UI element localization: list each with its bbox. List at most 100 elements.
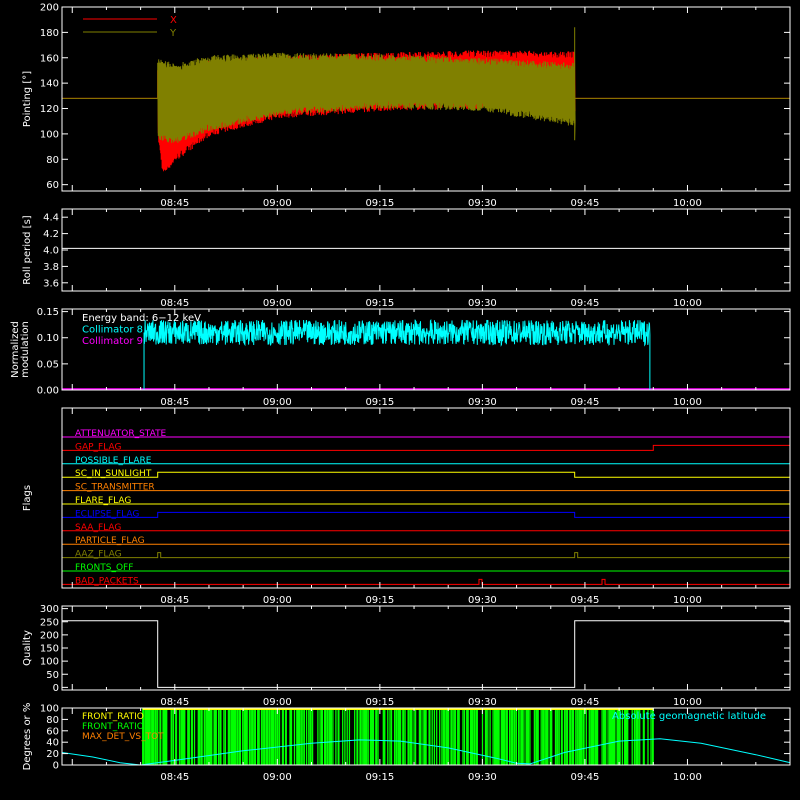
y-tick-label: 150 — [40, 644, 59, 655]
y-tick-label: 200 — [40, 630, 59, 641]
legend-label: MAX_DET_VS_TOT — [82, 732, 164, 742]
collimator-8-line — [143, 318, 651, 390]
y-tick-label: 100 — [40, 129, 59, 140]
x-tick-label: 10:00 — [673, 397, 702, 408]
legend-label: Collimator 9 — [82, 336, 143, 347]
x-tick-label: 09:30 — [468, 198, 497, 209]
y-axis-label: Flags — [22, 485, 33, 511]
x-tick-label: 10:00 — [673, 198, 702, 209]
flag-label: FLARE_FLAG — [75, 496, 131, 506]
axis-frame — [61, 407, 791, 589]
y-tick-label: 300 — [40, 604, 59, 615]
y-tick-label: 4.0 — [43, 246, 59, 257]
flag-label: PARTICLE_FLAG — [75, 536, 145, 546]
x-tick-label: 09:45 — [571, 397, 600, 408]
flag-line — [62, 552, 790, 559]
panel-quality: 08:45 09:00 09:15 09:30 09:45 10:00 0 50 100 150 2… — [22, 604, 791, 708]
y-tick-label: 60 — [46, 726, 59, 737]
x-tick-label: 09:15 — [365, 772, 394, 783]
flag-line — [62, 578, 790, 585]
x-tick-label: 09:15 — [365, 298, 394, 309]
x-tick-label: 08:45 — [160, 198, 189, 209]
x-tick-label: 09:45 — [571, 298, 600, 309]
x-tick-label: 09:45 — [571, 595, 600, 606]
x-tick-label: 08:45 — [160, 697, 189, 708]
x-tick-label: 09:30 — [468, 595, 497, 606]
legend-label: X — [170, 15, 177, 26]
axis-frame — [61, 208, 791, 292]
y-tick-label: 3.8 — [43, 262, 59, 273]
data-layer — [62, 620, 790, 688]
x-tick-label: 10:00 — [673, 697, 702, 708]
x-tick-label: 09:00 — [263, 595, 292, 606]
flag-label: ATTENUATOR_STATE — [75, 429, 167, 439]
panel-modulation: 08:45 09:00 09:15 09:30 09:45 10:00 0.00 0.05 0.… — [10, 307, 791, 408]
y-tick-label: 4.2 — [43, 229, 59, 240]
flag-label: SAA_FLAG — [75, 523, 121, 533]
x-tick-label: 09:15 — [365, 697, 394, 708]
y-tick-label: 4.4 — [43, 213, 59, 224]
flag-label: GAP_FLAG — [75, 442, 121, 452]
x-tick-label: 09:15 — [365, 198, 394, 209]
y-tick-label: 140 — [40, 79, 59, 90]
legend-label: Energy band: 6−12 keV — [82, 313, 201, 324]
x-tick-label: 08:45 — [160, 772, 189, 783]
y-axis-label: Pointing [°] — [22, 71, 33, 127]
y-tick-label: 100 — [40, 704, 59, 715]
y-tick-label: 20 — [46, 749, 59, 760]
x-tick-label: 08:45 — [160, 397, 189, 408]
x-tick-label: 09:00 — [263, 397, 292, 408]
flag-line — [62, 444, 790, 451]
x-tick-label: 08:45 — [160, 298, 189, 309]
y-tick-label: 0 — [53, 683, 59, 694]
flag-label: POSSIBLE_FLARE — [75, 456, 152, 466]
x-tick-label: 09:15 — [365, 595, 394, 606]
legend-label: Y — [169, 28, 177, 39]
flag-label: SC_TRANSMITTER — [75, 483, 155, 493]
y-tick-label: 0.10 — [37, 333, 59, 344]
flag-label: BAD_PACKETS — [75, 576, 139, 586]
y-axis-label: modulation — [20, 321, 31, 378]
legend-label: FRONT_RATIO — [82, 712, 144, 722]
y-axis-label: Degrees or % — [22, 703, 33, 771]
y-tick-label: 180 — [40, 28, 59, 39]
panel-roll: 08:45 09:00 09:15 09:30 09:45 10:00 3.6 3.8 4.0 4… — [22, 208, 791, 309]
flag-label: SC_IN_SUNLIGHT — [75, 469, 152, 479]
series-y-line — [62, 27, 790, 143]
y-tick-label: 0 — [53, 761, 59, 772]
y-tick-label: 120 — [40, 104, 59, 115]
axis-frame — [61, 605, 791, 691]
x-tick-label: 09:00 — [263, 697, 292, 708]
x-tick-label: 09:30 — [468, 298, 497, 309]
legend-label: Collimator 8 — [82, 325, 143, 336]
x-tick-label: 09:45 — [571, 772, 600, 783]
panel-pointing: 08:45 09:00 09:15 09:30 09:45 10:00 60 80 100 120… — [22, 3, 791, 209]
data-layer — [62, 318, 790, 390]
y-tick-label: 200 — [40, 3, 59, 14]
data-layer — [62, 27, 790, 172]
y-tick-label: 0.05 — [37, 359, 59, 370]
data-layer — [62, 436, 790, 585]
flag-line — [62, 511, 790, 518]
x-tick-label: 10:00 — [673, 298, 702, 309]
x-tick-label: 09:45 — [571, 697, 600, 708]
right-legend-label: Absolute geomagnetic latitude — [612, 711, 766, 722]
x-tick-label: 10:00 — [673, 772, 702, 783]
y-axis-label: Roll period [s] — [22, 215, 33, 284]
x-tick-label: 09:30 — [468, 772, 497, 783]
x-tick-label: 09:00 — [263, 198, 292, 209]
y-tick-label: 100 — [40, 657, 59, 668]
flag-label: FRONTS_OFF — [75, 563, 133, 573]
y-tick-label: 0.00 — [37, 386, 59, 397]
panel-flags: ATTENUATOR_STATE GAP_FLAG POSSIBLE_FLARE SC… — [22, 407, 791, 606]
quality-line — [62, 620, 790, 688]
y-tick-label: 40 — [46, 738, 59, 749]
x-tick-label: 08:45 — [160, 595, 189, 606]
y-axis-label: Quality — [22, 630, 33, 666]
rhessi-quicklook-figure: 08:45 09:00 09:15 09:30 09:45 10:006080100120… — [10, 3, 791, 783]
y-tick-label: 50 — [46, 670, 59, 681]
y-tick-label: 80 — [46, 715, 59, 726]
x-tick-label: 09:00 — [263, 772, 292, 783]
x-tick-label: 09:30 — [468, 397, 497, 408]
legend-label: FRONT_RATIO — [82, 722, 144, 732]
